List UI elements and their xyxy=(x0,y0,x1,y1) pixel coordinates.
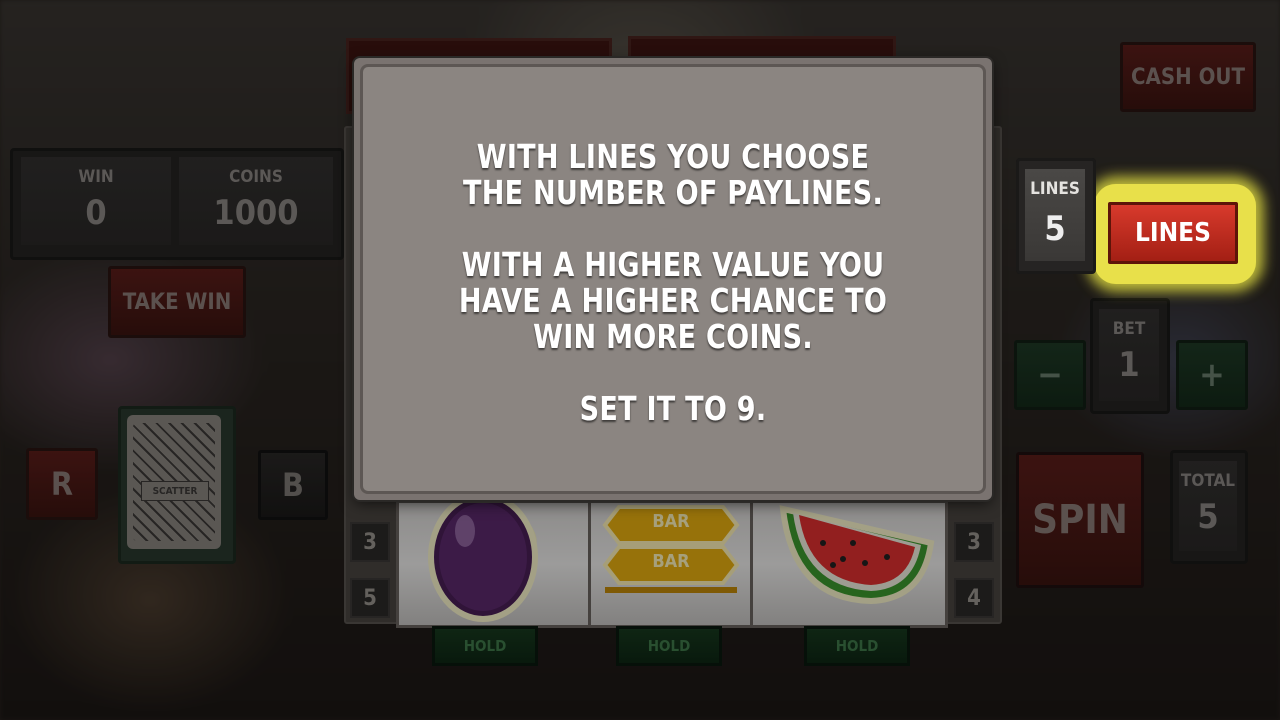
lines-counter-top: LINES 5 xyxy=(1016,158,1096,274)
lines-button-highlighted-label: LINES xyxy=(1134,218,1211,248)
tutorial-dialog: WITH LINES YOU CHOOSE THE NUMBER OF PAYL… xyxy=(354,58,992,500)
dialog-text-1: WITH LINES YOU CHOOSE THE NUMBER OF PAYL… xyxy=(462,137,883,212)
lines-counter-top-value: 5 xyxy=(1044,209,1066,249)
lines-button-highlighted[interactable]: LINES xyxy=(1108,202,1238,264)
lines-counter-top-label: LINES xyxy=(1030,179,1080,199)
dialog-text-2: WITH A HIGHER VALUE YOU HAVE A HIGHER CH… xyxy=(458,245,888,356)
dialog-text-3: SET IT TO 9. xyxy=(579,389,767,428)
lines-highlight-top: LINES xyxy=(1094,184,1256,284)
